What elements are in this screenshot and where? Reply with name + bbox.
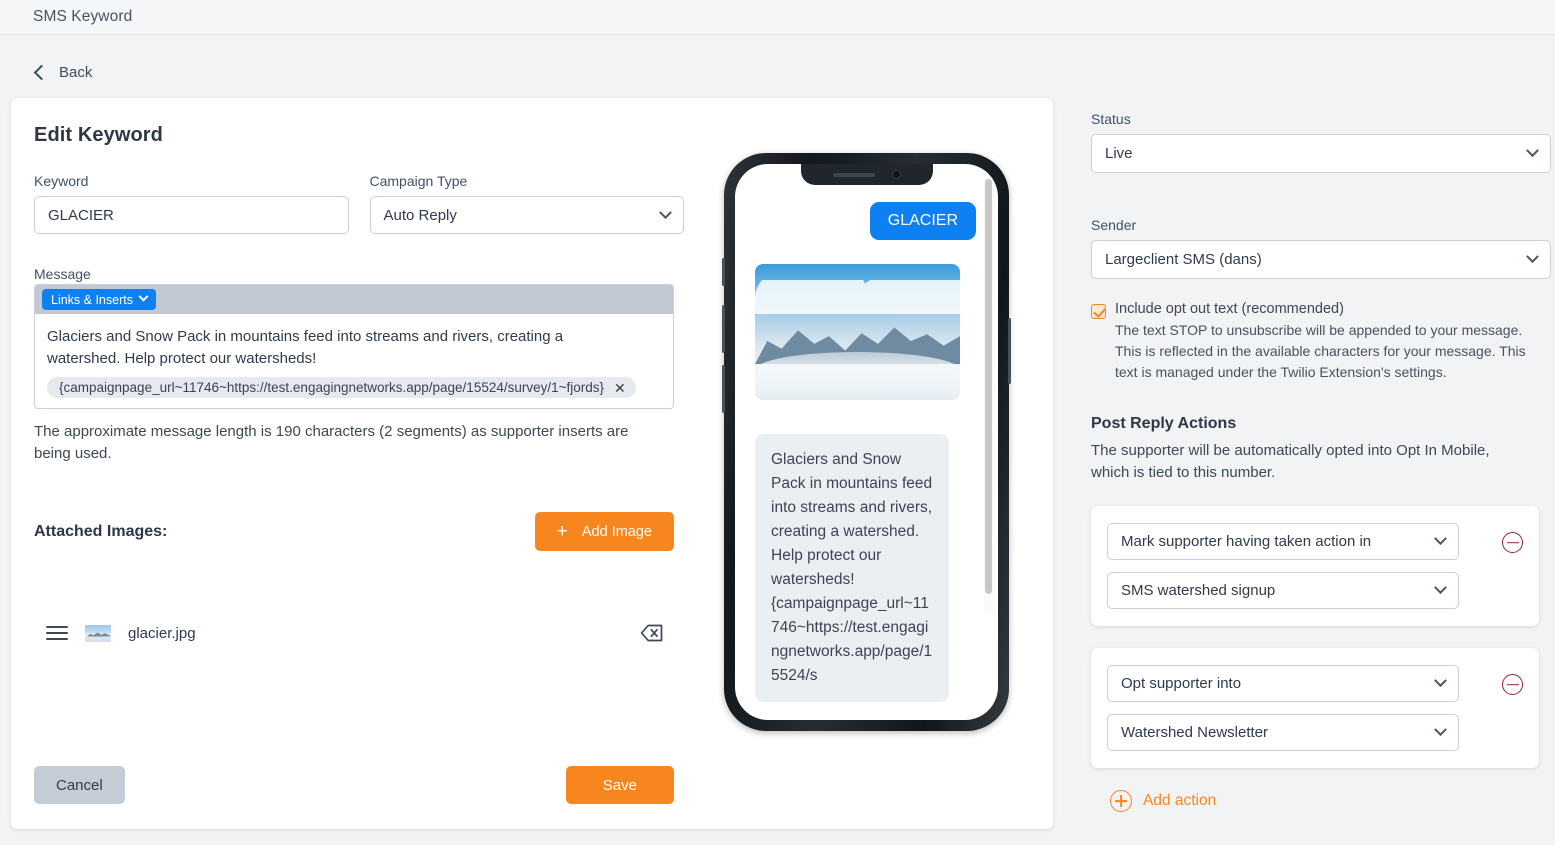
keyword-form: Edit Keyword Keyword GLACIER Campaign Ty…	[34, 124, 684, 643]
chevron-down-icon	[1434, 723, 1447, 737]
attached-file-name: glacier.jpg	[128, 624, 196, 642]
editor-toolbar: Links & Inserts	[35, 285, 673, 314]
insert-chip[interactable]: {campaignpage_url~11746~https://test.eng…	[47, 377, 636, 398]
opt-out-description: The text STOP to unsubscribe will be app…	[1115, 322, 1526, 380]
delete-icon[interactable]	[640, 623, 664, 643]
opt-out-section: Include opt out text (recommended) The t…	[1091, 301, 1551, 383]
message-textarea[interactable]: Glaciers and Snow Pack in mountains feed…	[35, 314, 673, 408]
add-image-button[interactable]: + Add Image	[534, 512, 674, 551]
chevron-left-icon	[33, 64, 50, 81]
form-actions: Cancel Save	[34, 766, 674, 804]
cancel-button[interactable]: Cancel	[34, 766, 125, 804]
image-thumbnail	[85, 624, 111, 642]
drag-handle-icon[interactable]	[46, 626, 68, 640]
settings-sidebar: Status Live Sender Largeclient SMS (dans…	[1091, 111, 1551, 812]
add-action-label: Add action	[1143, 792, 1217, 809]
back-button[interactable]: Back	[33, 64, 153, 81]
action-selects: Mark supporter having taken action in SM…	[1107, 523, 1488, 609]
attached-images-header: Attached Images: + Add Image	[34, 512, 674, 551]
action-selects: Opt supporter into Watershed Newsletter	[1107, 665, 1488, 751]
sender-label: Sender	[1091, 217, 1137, 233]
content-area: Edit Keyword Keyword GLACIER Campaign Ty…	[0, 98, 1555, 845]
backspace-delete-glyph	[640, 624, 663, 642]
scrollbar-thumb[interactable]	[985, 179, 992, 594]
message-body-text: Glaciers and Snow Pack in mountains feed…	[47, 328, 564, 367]
sender-select[interactable]: Largeclient SMS (dans)	[1091, 240, 1551, 279]
status-label: Status	[1091, 111, 1131, 127]
chevron-down-icon	[1526, 250, 1539, 264]
edit-keyword-card: Edit Keyword Keyword GLACIER Campaign Ty…	[11, 98, 1053, 829]
add-action-button[interactable]: Add action	[1110, 790, 1551, 812]
message-label: Message	[34, 266, 91, 282]
campaign-type-select[interactable]: Auto Reply	[369, 196, 684, 234]
keyword-field-group: Keyword GLACIER	[34, 173, 349, 234]
chevron-down-icon	[1434, 532, 1447, 546]
incoming-message-bubble: Glaciers and Snow Pack in mountains feed…	[755, 434, 949, 702]
chevron-down-icon	[1434, 674, 1447, 688]
plus-circle-icon	[1110, 790, 1132, 812]
add-image-label: Add Image	[581, 523, 652, 540]
links-and-inserts-button[interactable]: Links & Inserts	[42, 289, 156, 310]
action-target-select[interactable]: Watershed Newsletter	[1107, 714, 1459, 751]
close-icon[interactable]: ✕	[614, 381, 626, 395]
save-button[interactable]: Save	[565, 766, 674, 804]
post-reply-action-item: Mark supporter having taken action in SM…	[1091, 506, 1539, 626]
campaign-type-field-group: Campaign Type Auto Reply	[369, 173, 684, 234]
include-opt-out-checkbox[interactable]	[1091, 304, 1106, 319]
app-header: SMS Keyword	[0, 0, 1555, 35]
phone-power-button	[1008, 318, 1011, 384]
opt-out-title: Include opt out text (recommended)	[1115, 301, 1344, 317]
links-and-inserts-label: Links & Inserts	[51, 292, 133, 307]
phone-preview: GLACIER Glaciers and Snow Pack in mounta…	[722, 153, 1011, 731]
message-editor: Links & Inserts Glaciers and Snow Pack i…	[34, 284, 674, 409]
action-target-value: Watershed Newsletter	[1121, 724, 1268, 741]
status-value: Live	[1105, 145, 1133, 162]
remove-action-icon[interactable]	[1502, 532, 1523, 553]
action-type-value: Opt supporter into	[1121, 675, 1242, 692]
status-select[interactable]: Live	[1091, 134, 1551, 173]
phone-mute-switch	[722, 258, 725, 286]
preview-scrollbar[interactable]	[984, 177, 993, 612]
action-type-select[interactable]: Mark supporter having taken action in	[1107, 523, 1459, 560]
attached-images-title: Attached Images:	[34, 522, 168, 540]
plus-icon: +	[556, 521, 568, 542]
post-reply-action-item: Opt supporter into Watershed Newsletter	[1091, 648, 1539, 768]
back-button-label: Back	[59, 64, 93, 81]
chevron-down-icon	[138, 291, 149, 302]
attached-image-row: glacier.jpg	[34, 623, 664, 643]
chevron-down-icon	[1434, 581, 1447, 595]
action-type-value: Mark supporter having taken action in	[1121, 533, 1372, 550]
chevron-down-icon	[1526, 144, 1539, 158]
phone-screen: GLACIER Glaciers and Snow Pack in mounta…	[735, 164, 998, 720]
campaign-type-value: Auto Reply	[383, 206, 457, 224]
post-reply-actions-title: Post Reply Actions	[1091, 415, 1237, 432]
phone-volume-down-button	[722, 365, 725, 413]
outgoing-message-bubble: GLACIER	[869, 202, 976, 240]
message-length-note: The approximate message length is 190 ch…	[34, 423, 629, 462]
action-target-select[interactable]: SMS watershed signup	[1107, 572, 1459, 609]
snow-cloud-shape	[755, 352, 960, 400]
campaign-type-label: Campaign Type	[369, 173, 468, 189]
keyword-fields-row: Keyword GLACIER Campaign Type Auto Reply	[34, 173, 684, 234]
keyword-label: Keyword	[34, 173, 89, 189]
message-thread: GLACIER Glaciers and Snow Pack in mounta…	[735, 164, 998, 720]
phone-frame: GLACIER Glaciers and Snow Pack in mounta…	[722, 153, 1011, 731]
insert-chip-label: {campaignpage_url~11746~https://test.eng…	[59, 380, 605, 395]
post-reply-actions-description: The supporter will be automatically opte…	[1091, 442, 1490, 481]
remove-action-icon[interactable]	[1502, 674, 1523, 695]
card-title: Edit Keyword	[34, 124, 163, 146]
chevron-down-icon	[659, 205, 672, 219]
action-target-value: SMS watershed signup	[1121, 582, 1276, 599]
message-field-group: Message Links & Inserts Glaciers and Sno…	[34, 266, 684, 465]
keyword-input[interactable]: GLACIER	[34, 196, 349, 234]
clouds-shape	[755, 280, 960, 314]
page-title: SMS Keyword	[33, 8, 133, 25]
phone-volume-up-button	[722, 305, 725, 353]
preview-image-attachment	[755, 264, 960, 400]
sender-value: Largeclient SMS (dans)	[1105, 251, 1262, 268]
opt-out-text: Include opt out text (recommended) The t…	[1115, 301, 1535, 383]
action-type-select[interactable]: Opt supporter into	[1107, 665, 1459, 702]
